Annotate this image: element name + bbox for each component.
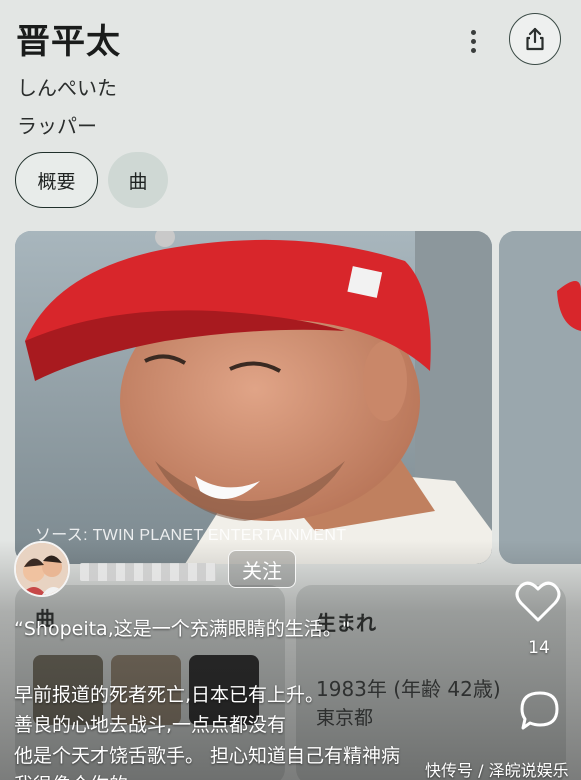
caption-line: “Shopeita,这是一个充满眼睛的生活。" [14, 618, 351, 640]
comment-icon [520, 691, 559, 730]
next-photo-preview[interactable] [499, 231, 581, 564]
caption-line: 他是个天才饶舌歌手。 担心知道自己有精神病 [14, 745, 401, 767]
follow-button[interactable]: 关注 [228, 550, 296, 588]
heart-icon [515, 581, 561, 622]
avatar-image [16, 543, 68, 595]
born-place: 東京都 [316, 707, 374, 729]
artist-reading: しんぺいた [17, 76, 117, 100]
artist-name: 晋平太 [16, 22, 121, 62]
next-photo-image [499, 231, 581, 564]
caption-line: 早前报道的死者死亡,日本已有上升。 [14, 684, 325, 706]
born-date: 1983年 (年齢 42歳) [316, 677, 501, 701]
artist-occupation: ラッパー [17, 114, 97, 138]
more-vert-icon [470, 29, 476, 35]
tab-overview[interactable]: 概要 [15, 152, 98, 208]
like-button[interactable] [515, 580, 561, 624]
tab-songs[interactable]: 曲 [108, 152, 168, 208]
share-button[interactable] [509, 13, 561, 65]
like-count: 14 [528, 638, 550, 658]
artist-photo[interactable]: ソース: TWIN PLANET ENTERTAINMENT [15, 231, 492, 564]
comment-button[interactable] [517, 688, 563, 734]
photo-source-caption: ソース: TWIN PLANET ENTERTAINMENT [35, 527, 347, 544]
share-icon [526, 27, 544, 51]
watermark: 快传号 / 泽皖说娱乐 [425, 761, 569, 780]
caption-line: 我很像个你的 [14, 770, 128, 780]
artist-portrait-image [15, 231, 492, 564]
username-redacted[interactable] [80, 563, 216, 581]
avatar[interactable] [14, 541, 70, 597]
caption-line: 善良的心地去战斗,一点点都没有 [14, 714, 287, 736]
more-options-button[interactable] [460, 26, 486, 56]
